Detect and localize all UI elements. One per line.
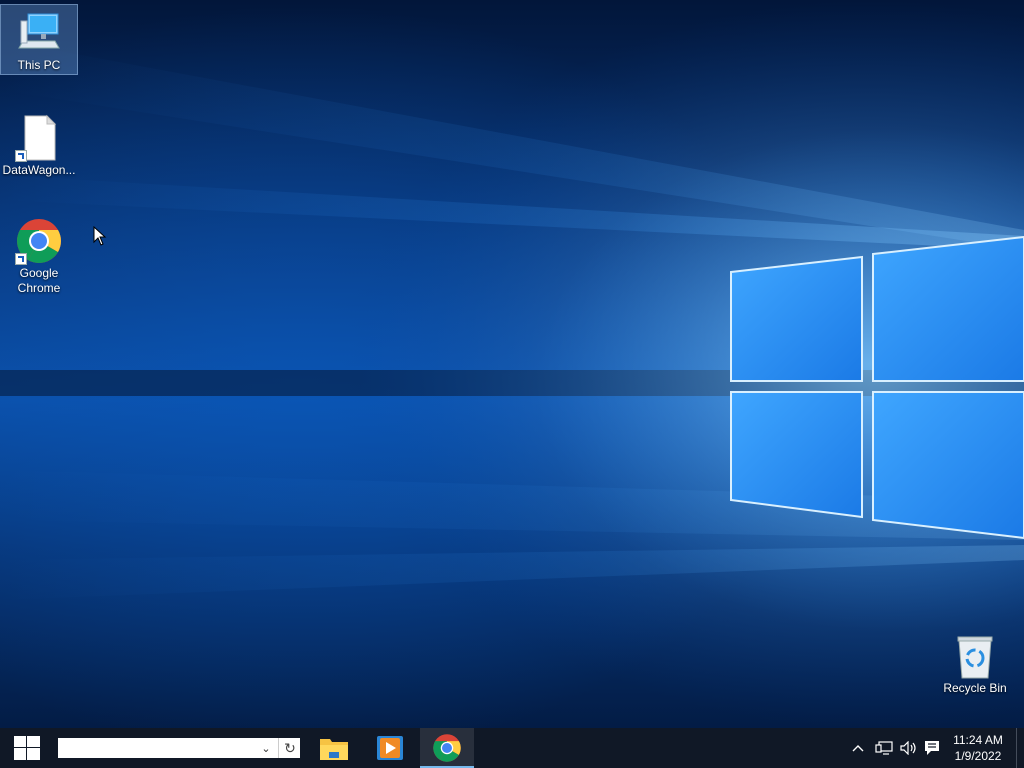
desktop-icon-recycle-bin[interactable]: Recycle Bin (937, 628, 1013, 700)
desktop-icon-datawagon[interactable]: DataWagon... (1, 110, 77, 180)
shortcut-arrow-icon (15, 150, 27, 162)
network-button[interactable] (872, 728, 896, 768)
action-center-button[interactable] (920, 728, 944, 768)
computer-icon (15, 9, 63, 57)
volume-button[interactable] (898, 728, 920, 768)
start-button[interactable] (0, 728, 54, 768)
search-input[interactable] (60, 738, 260, 758)
desktop-icon-label: Google Chrome (17, 266, 61, 295)
desktop-icon-label: This PC (17, 58, 61, 72)
file-explorer-icon (320, 739, 348, 760)
recycle-bin-icon (951, 632, 999, 680)
clock-time: 11:24 AM (953, 733, 1003, 747)
desktop-wallpaper[interactable]: This PC DataWagon... Google Chrome Recyc… (0, 0, 1024, 728)
notification-icon (925, 741, 939, 755)
windows-logo-icon (14, 736, 40, 760)
desktop-icon-label: Recycle Bin (943, 681, 1007, 695)
taskbar-app-file-explorer[interactable] (307, 728, 361, 768)
taskbar-clock[interactable]: 11:24 AM 1/9/2022 (944, 728, 1012, 768)
clock-date: 1/9/2022 (954, 749, 1002, 763)
volume-icon (900, 741, 916, 755)
desktop-icon-label: DataWagon... (2, 163, 76, 177)
blank-file-icon (15, 114, 63, 162)
windows-wallpaper-logo (0, 0, 1024, 728)
network-icon (875, 741, 893, 755)
show-hidden-icons-button[interactable] (848, 728, 868, 768)
chrome-icon (433, 734, 461, 762)
address-search-box[interactable]: ⌄ ↻ (58, 738, 300, 758)
taskbar-app-media-player[interactable] (363, 728, 417, 768)
desktop-icon-this-pc[interactable]: This PC (0, 4, 78, 75)
shortcut-arrow-icon (15, 253, 27, 265)
show-desktop-button[interactable] (1016, 728, 1024, 768)
taskbar-app-google-chrome[interactable] (420, 728, 474, 768)
taskbar: ⌄ ↻ 11:24 AM 1/9/2022 (0, 728, 1024, 768)
refresh-icon[interactable]: ↻ (278, 738, 301, 758)
desktop-icon-google-chrome[interactable]: Google Chrome (1, 213, 77, 297)
chevron-down-icon[interactable]: ⌄ (258, 740, 274, 756)
chevron-up-icon (852, 745, 864, 752)
media-player-icon (377, 736, 403, 760)
chrome-icon (15, 217, 63, 265)
